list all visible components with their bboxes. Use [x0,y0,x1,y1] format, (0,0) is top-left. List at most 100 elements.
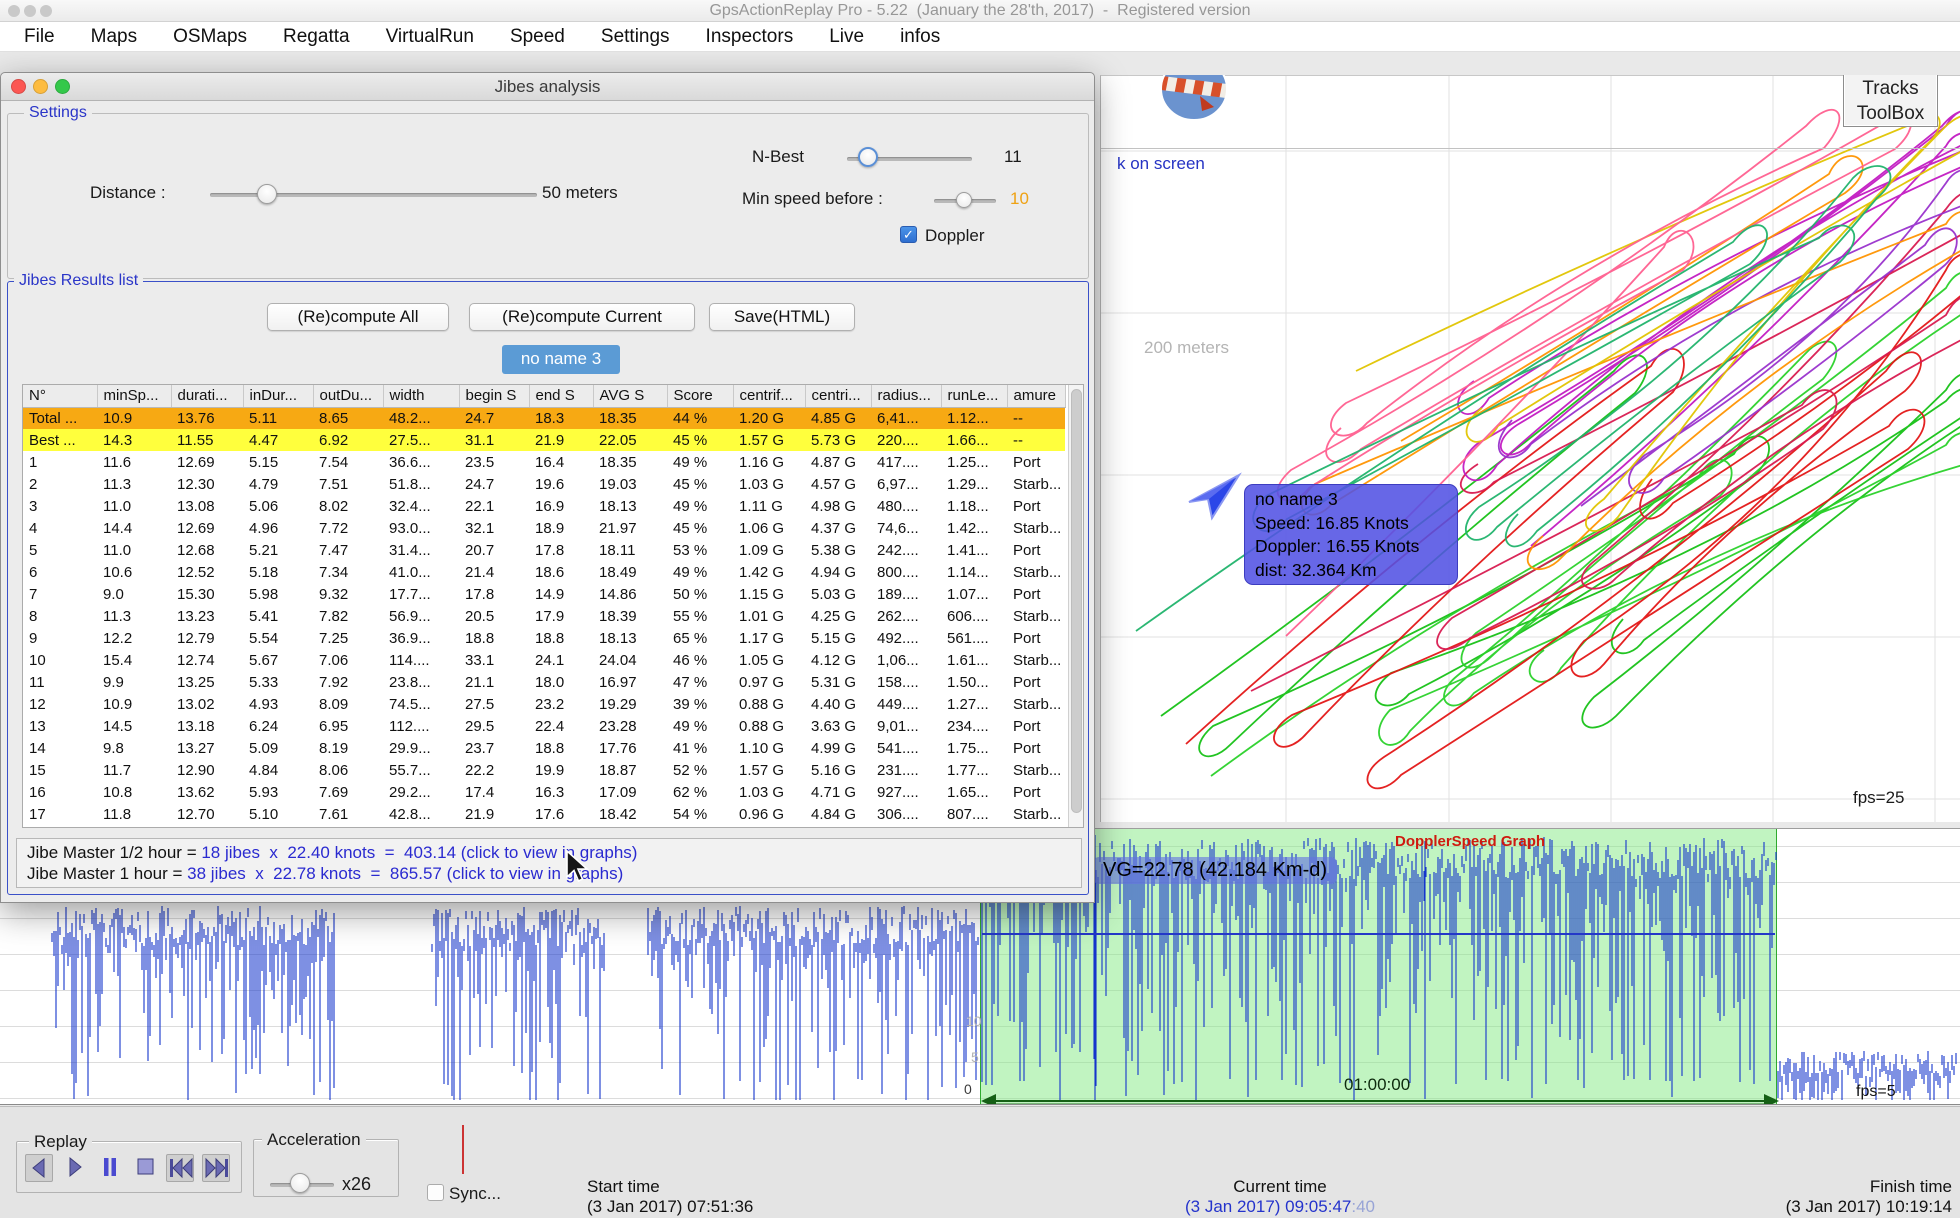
table-row[interactable]: 111.612.695.157.5436.6...23.516.418.3549… [23,451,1065,473]
play-button[interactable] [61,1154,89,1182]
column-header[interactable]: Score [667,385,733,407]
table-row[interactable]: 311.013.085.068.0232.4...22.116.918.1349… [23,495,1065,517]
current-time-label: Current time [1100,1177,1460,1197]
column-header[interactable]: durati... [171,385,243,407]
sync-checkbox[interactable]: ✓ [427,1184,444,1201]
nbest-label: N-Best [752,147,804,167]
selected-track-chip[interactable]: no name 3 [502,345,620,374]
column-header[interactable]: outDu... [313,385,383,407]
table-row[interactable]: 1314.513.186.246.95112....29.522.423.284… [23,715,1065,737]
menu-item-inspectors[interactable]: Inspectors [706,26,794,48]
jibe-master-one-hour[interactable]: Jibe Master 1 hour = 38 jibes x 22.78 kn… [27,863,1071,884]
minspeed-slider-thumb[interactable] [956,192,972,208]
tracks-toolbox-button[interactable]: Tracks ToolBox [1843,73,1938,127]
jibe-master-summary: Jibe Master 1/2 hour = 18 jibes x 22.40 … [16,838,1082,888]
map-panel[interactable]: k on screen 200 meters fps=25 no name 3 … [1100,75,1960,822]
menu-item-regatta[interactable]: Regatta [283,26,350,48]
current-time-value: (3 Jan 2017) 09:05:47 [1185,1197,1351,1216]
settings-group: Settings Distance : 50 meters N-Best 11 … [7,113,1089,279]
menu-item-settings[interactable]: Settings [601,26,670,48]
table-row[interactable]: 1210.913.024.938.0974.5...27.523.219.293… [23,693,1065,715]
menu-item-virtualrun[interactable]: VirtualRun [386,26,474,48]
column-header[interactable]: centrif... [733,385,805,407]
summary-prefix: Jibe Master 1 hour = [27,864,187,883]
step-back-button[interactable] [25,1154,53,1182]
distance-slider-thumb[interactable] [257,184,277,204]
acceleration-group: Acceleration x26 [253,1139,399,1197]
table-row[interactable]: 610.612.525.187.3441.0...21.418.618.4949… [23,561,1065,583]
summary-value-link[interactable]: 38 jibes x 22.78 knots = 865.57 (click t… [187,864,623,883]
current-time-suffix: :40 [1351,1197,1375,1216]
skip-to-end-button[interactable] [202,1154,230,1182]
zone-duration-label: 01:00:00 [1344,1075,1410,1095]
table-row[interactable]: 414.412.694.967.7293.0...32.118.921.9745… [23,517,1065,539]
table-row[interactable]: 119.913.255.337.9223.8...21.118.016.9747… [23,671,1065,693]
tooltip-track-name: no name 3 [1255,488,1447,512]
column-header[interactable]: end S [529,385,593,407]
results-group: Jibes Results list (Re)compute All (Re)c… [7,281,1089,895]
menu-item-speed[interactable]: Speed [510,26,565,48]
start-time-value: (3 Jan 2017) 07:51:36 [587,1197,753,1217]
column-header[interactable]: inDur... [243,385,313,407]
table-row[interactable]: 1711.812.705.107.6142.8...21.917.618.425… [23,803,1065,825]
column-header[interactable]: N° [23,385,97,407]
column-header[interactable]: minSp... [97,385,171,407]
tracks-toolbox-line1: Tracks [1844,76,1937,101]
y-axis-label-10: 10 [966,1013,982,1029]
start-time-block: Start time (3 Jan 2017) 07:51:36 [587,1177,753,1217]
tracks-toolbox-line2: ToolBox [1844,101,1937,126]
doppler-checkbox[interactable]: ✓ [900,226,917,243]
tooltip-speed: Speed: 16.85 Knots [1255,512,1447,536]
table-row[interactable]: 149.813.275.098.1929.9...23.718.817.7641… [23,737,1065,759]
distance-value: 50 meters [542,183,618,203]
table-row[interactable]: 912.212.795.547.2536.9...18.818.818.1365… [23,627,1065,649]
y-axis-label-5: 5 [971,1049,979,1065]
graph-title: DopplerSpeed Graph [1395,833,1545,850]
column-header[interactable]: amure [1007,385,1065,407]
app-title: GpsActionReplay Pro - 5.22 (January the … [0,2,1960,20]
table-row[interactable]: 211.312.304.797.5151.8...24.719.619.0345… [23,473,1065,495]
save-html-button[interactable]: Save(HTML) [709,303,855,331]
menu-item-infos[interactable]: infos [900,26,940,48]
menu-item-osmaps[interactable]: OSMaps [173,26,247,48]
table-row[interactable]: Best ...14.311.554.476.9227.5...31.121.9… [23,429,1065,451]
skip-to-start-button[interactable] [166,1154,194,1182]
jibes-window-titlebar[interactable]: Jibes analysis [1,73,1094,101]
acceleration-slider-thumb[interactable] [290,1173,310,1193]
table-scrollbar[interactable] [1068,385,1083,827]
column-header[interactable]: runLe... [941,385,1007,407]
nbest-slider-thumb[interactable] [858,147,878,167]
stop-button[interactable] [133,1154,161,1182]
jibes-analysis-window: Jibes analysis Settings Distance : 50 me… [0,72,1095,903]
menu-item-maps[interactable]: Maps [91,26,137,48]
y-axis-label-0: 0 [964,1081,972,1097]
doppler-label: Doppler [925,226,985,246]
rider-arrow-icon[interactable] [1187,471,1243,523]
table-row[interactable]: Total ...10.913.765.118.6548.2...24.718.… [23,407,1065,429]
pause-button[interactable] [97,1154,125,1182]
recompute-current-button[interactable]: (Re)compute Current [469,303,695,331]
table-row[interactable]: 79.015.305.989.3217.7...17.814.914.8650 … [23,583,1065,605]
sync-label: Sync... [449,1184,501,1204]
column-header[interactable]: begin S [459,385,529,407]
table-row[interactable]: 1511.712.904.848.0655.7...22.219.918.875… [23,759,1065,781]
column-header[interactable]: centri... [805,385,871,407]
table-scrollbar-thumb[interactable] [1071,389,1082,813]
menu-item-file[interactable]: File [24,26,55,48]
recompute-all-button[interactable]: (Re)compute All [267,303,449,331]
map-overlay-label: k on screen [1117,154,1205,174]
jibe-master-half-hour[interactable]: Jibe Master 1/2 hour = 18 jibes x 22.40 … [27,842,1071,863]
table-row[interactable]: 511.012.685.217.4731.4...20.717.818.1153… [23,539,1065,561]
column-header[interactable]: AVG S [593,385,667,407]
menu-item-live[interactable]: Live [829,26,864,48]
table-row[interactable]: 1610.813.625.937.6929.2...17.416.317.096… [23,781,1065,803]
column-header[interactable]: radius... [871,385,941,407]
minspeed-value: 10 [1010,189,1029,209]
table-row[interactable]: 1015.412.745.677.06114....33.124.124.044… [23,649,1065,671]
table-row[interactable]: 811.313.235.417.8256.9...20.517.918.3955… [23,605,1065,627]
results-table: N°minSp...durati...inDur...outDu...width… [23,385,1066,825]
acceleration-value: x26 [342,1174,371,1195]
column-header[interactable]: width [383,385,459,407]
finish-time-block: Finish time (3 Jan 2017) 10:19:14 [1700,1177,1952,1217]
map-fps-label: fps=25 [1853,788,1905,808]
